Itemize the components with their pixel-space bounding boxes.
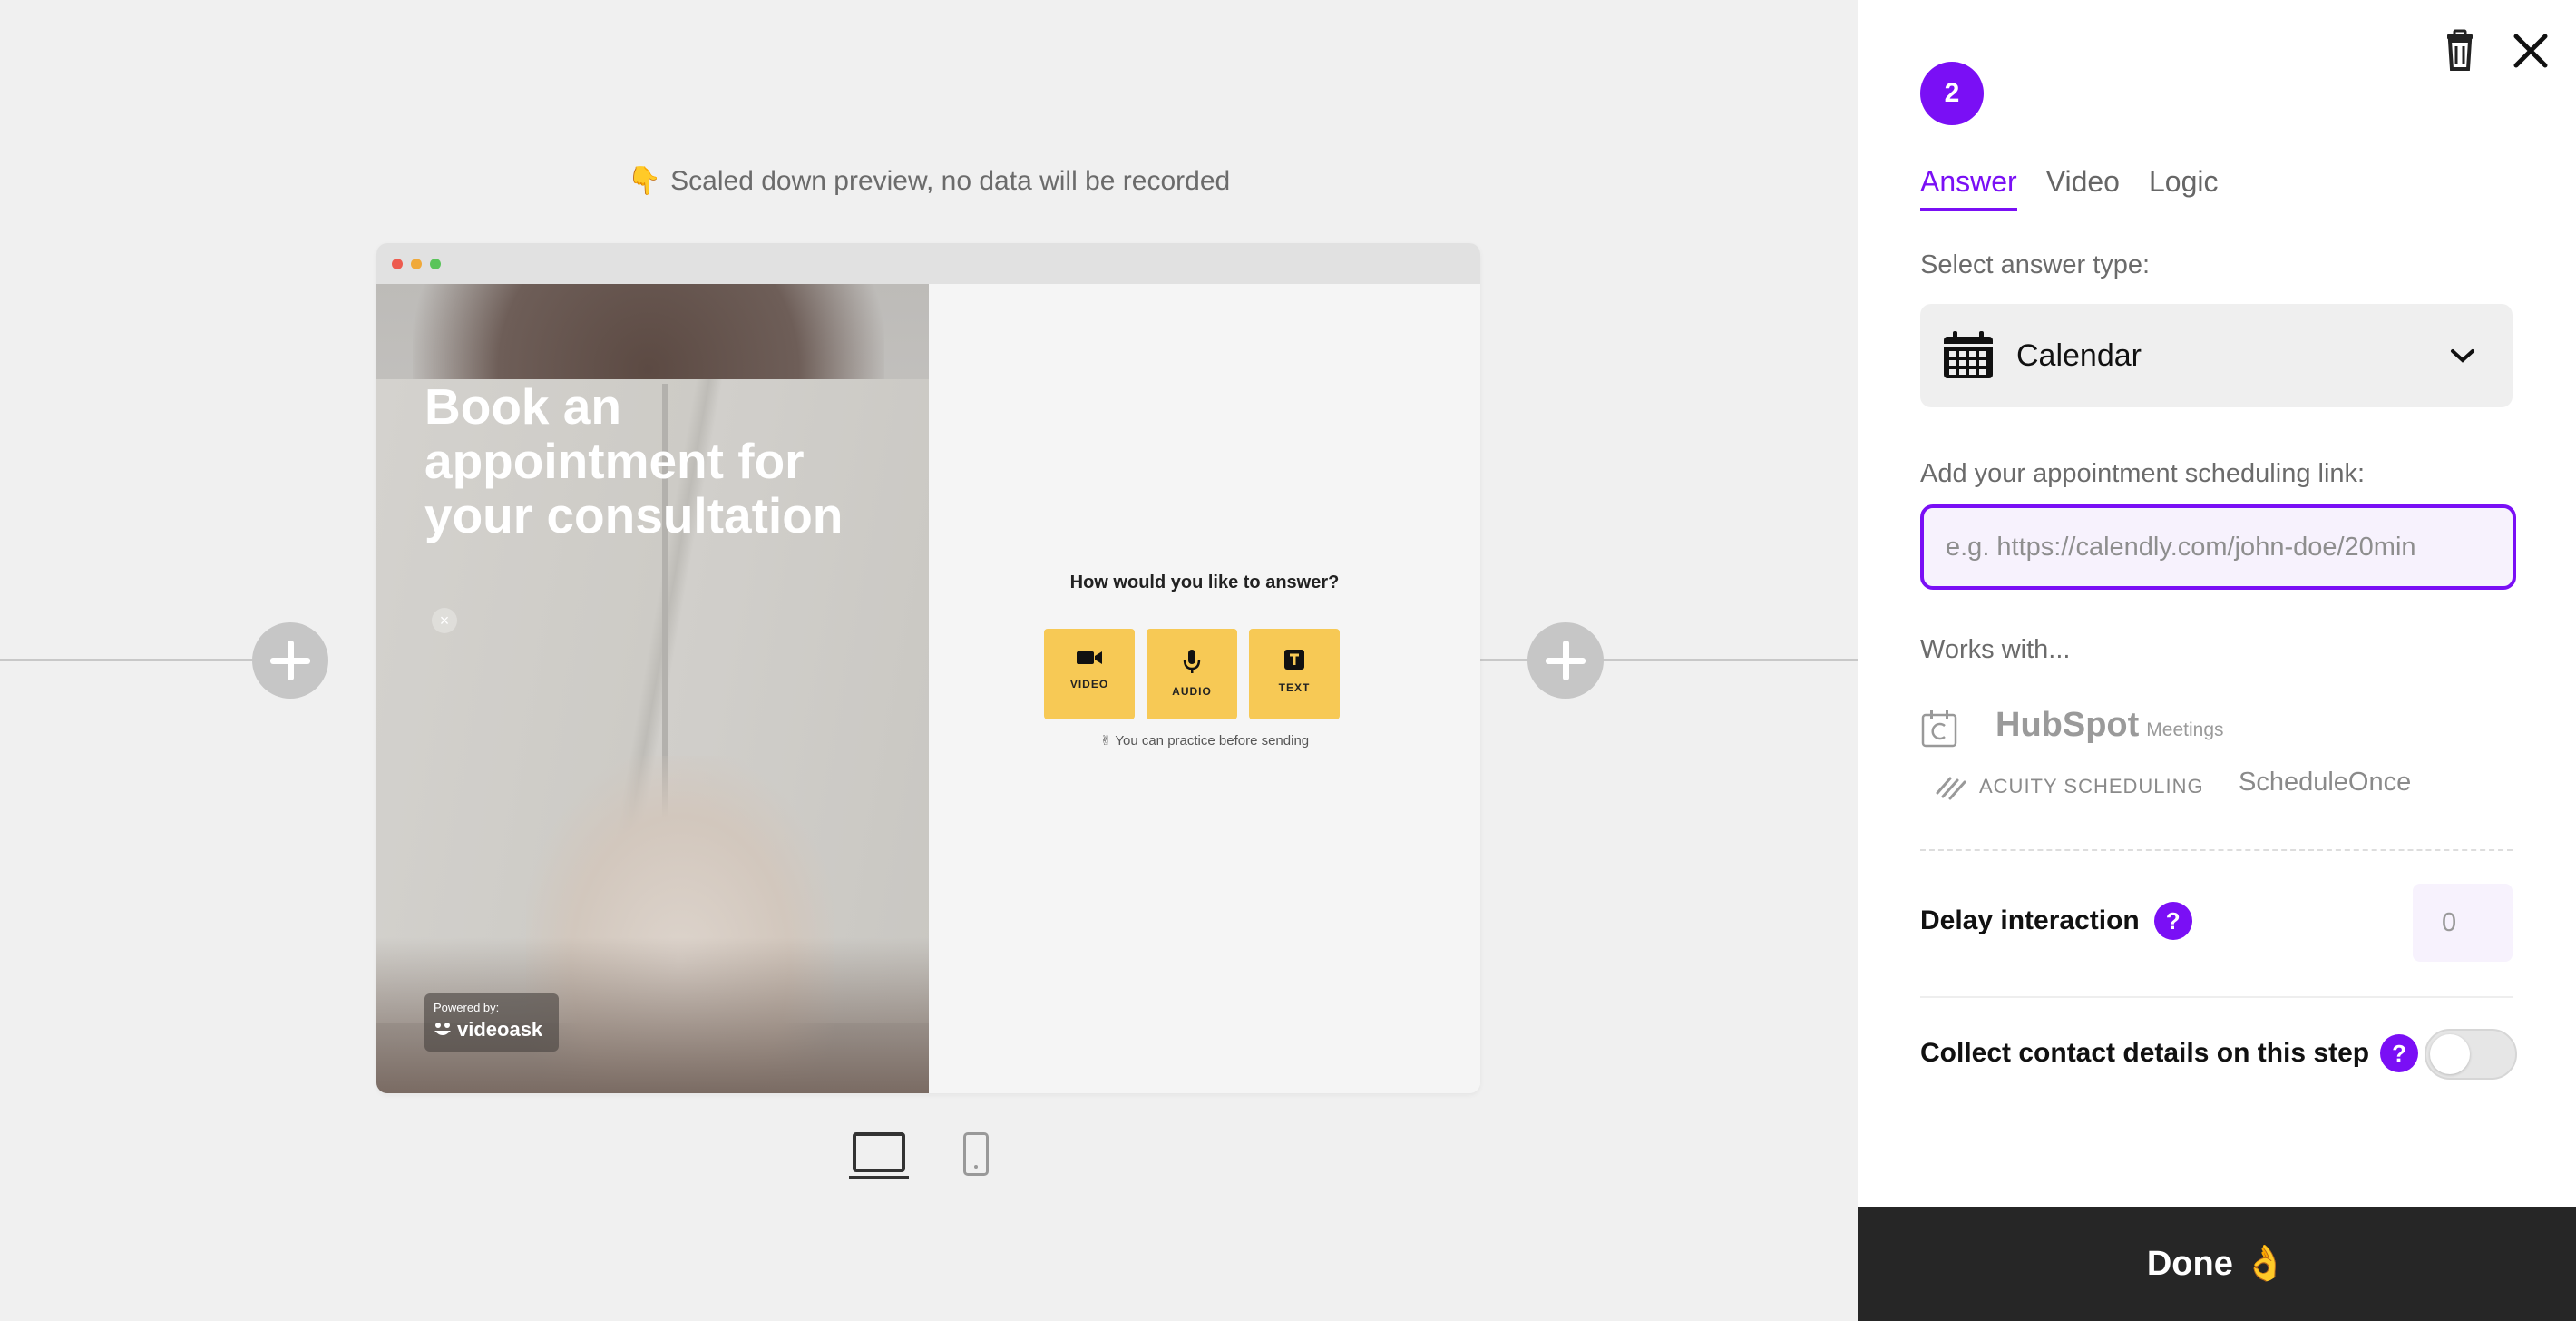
tab-answer[interactable]: Answer (1920, 165, 2017, 211)
collect-contact-toggle[interactable] (2425, 1029, 2517, 1080)
answer-text-button[interactable]: TEXT (1249, 629, 1340, 719)
chevron-down-icon (2451, 349, 2474, 363)
close-icon[interactable] (2509, 29, 2552, 73)
hubspot-meetings-text: Meetings (2146, 719, 2224, 740)
window-minimize-dot (411, 259, 422, 269)
scheduling-link-label: Add your appointment scheduling link: (1920, 459, 2366, 488)
pointing-down-icon: 👇 (627, 166, 662, 196)
done-button[interactable]: Done 👌 (1858, 1207, 2576, 1321)
answer-pane: How would you like to answer? VIDEO AUDI… (929, 284, 1480, 1093)
trash-icon[interactable] (2438, 29, 2482, 73)
answer-audio-label: AUDIO (1172, 685, 1212, 698)
preview-note-text: Scaled down preview, no data will be rec… (670, 166, 1231, 196)
videoask-brand: videoask (434, 1018, 550, 1042)
answer-type-label: Select answer type: (1920, 250, 2151, 279)
window-maximize-dot (430, 259, 441, 269)
victory-hand-icon: ✌ (1099, 733, 1112, 749)
delay-interaction-text: Delay interaction (1920, 905, 2140, 935)
preview-note: 👇 Scaled down preview, no data will be re… (0, 165, 1858, 197)
video-pane: Book an appointment for your consultatio… (376, 284, 929, 1093)
add-step-after-button[interactable] (1527, 622, 1604, 699)
panel-tabs: Answer Video Logic (1920, 165, 2218, 211)
collect-contact-text: Collect contact details on this step (1920, 1038, 2370, 1068)
browser-toolbar (376, 243, 1480, 284)
practice-note-text: You can practice before sending (1115, 733, 1310, 749)
hubspot-logo-text: HubSpot (1995, 706, 2140, 744)
flow-line-left (0, 659, 254, 661)
mobile-preview-icon[interactable] (963, 1132, 989, 1176)
acuity-logo-text: ACUITY SCHEDULING (1979, 775, 2204, 797)
answer-text-label: TEXT (1278, 681, 1311, 694)
ok-hand-icon: 👌 (2243, 1245, 2288, 1283)
answer-audio-button[interactable]: AUDIO (1147, 629, 1237, 719)
preview-canvas: 👇 Scaled down preview, no data will be re… (0, 0, 1858, 1321)
tab-logic[interactable]: Logic (2149, 165, 2219, 211)
delay-help-icon[interactable]: ? (2153, 902, 2192, 940)
answer-question: How would you like to answer? (1069, 572, 1340, 592)
videoask-logo-icon (434, 1023, 451, 1035)
settings-panel: 2 Answer Video Logic Select answer type:… (1858, 0, 2576, 1321)
contact-help-icon[interactable]: ? (2380, 1034, 2419, 1072)
window-close-dot (392, 259, 403, 269)
settings-divider (1920, 996, 2513, 998)
integrations-divider (1920, 849, 2513, 851)
calendly-logo-icon (1921, 710, 1957, 748)
videoask-brand-text: videoask (457, 1018, 543, 1041)
video-camera-icon (1077, 651, 1102, 664)
preview-browser-frame: Book an appointment for your consultatio… (376, 243, 1480, 1093)
add-step-before-button[interactable] (252, 622, 328, 699)
done-button-label: Done (2146, 1244, 2233, 1283)
video-close-icon[interactable]: × (432, 608, 457, 633)
practice-note: ✌ You can practice before sending (929, 732, 1480, 749)
acuity-logo-icon (1936, 777, 1966, 800)
scheduleonce-logo: ScheduleOnce (2239, 768, 2412, 797)
collect-contact-label: Collect contact details on this step ? (1920, 1034, 2419, 1072)
answer-video-button[interactable]: VIDEO (1044, 629, 1135, 719)
works-with-label: Works with... (1920, 635, 2071, 664)
microphone-icon (1183, 650, 1201, 673)
text-icon (1284, 650, 1304, 670)
answer-video-label: VIDEO (1069, 678, 1109, 690)
calendar-icon (1944, 331, 1993, 378)
hubspot-logo: HubSpot Meetings (1995, 706, 2224, 745)
desktop-preview-icon[interactable] (849, 1132, 909, 1179)
toggle-knob (2430, 1034, 2470, 1074)
powered-by-label: Powered by: (434, 1001, 500, 1014)
delay-interaction-label: Delay interaction ? (1920, 902, 2192, 940)
powered-by-badge[interactable]: Powered by: videoask (424, 993, 559, 1052)
delay-interaction-input[interactable] (2413, 884, 2513, 962)
tab-video[interactable]: Video (2046, 165, 2120, 211)
answer-type-value: Calendar (2016, 338, 2142, 373)
scheduling-link-input[interactable] (1920, 504, 2516, 590)
video-title: Book an appointment for your consultatio… (424, 378, 844, 543)
acuity-logo: ACUITY SCHEDULING (1934, 773, 2204, 800)
step-number-badge: 2 (1920, 62, 1984, 125)
answer-type-select[interactable]: Calendar (1920, 304, 2513, 407)
